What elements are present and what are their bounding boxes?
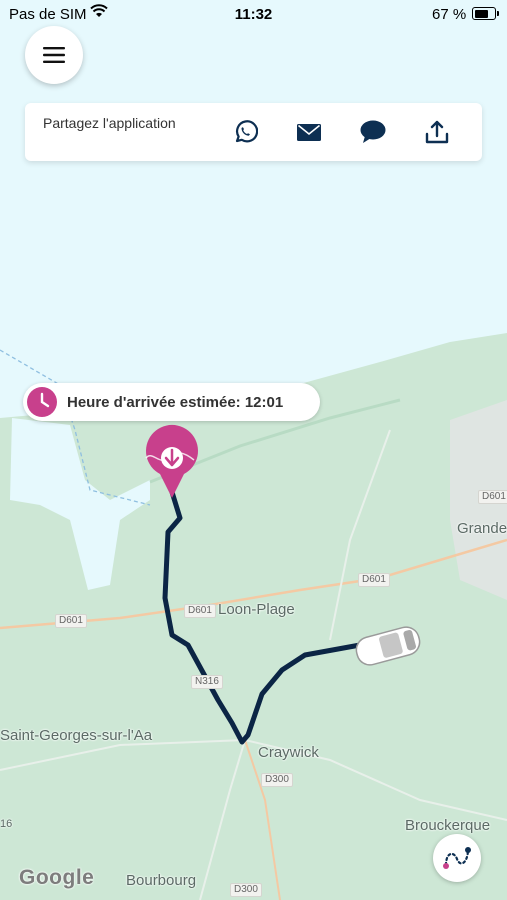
eta-banner: Heure d'arrivée estimée: 12:01 [23, 383, 320, 421]
email-share-button[interactable] [291, 116, 327, 148]
sms-share-button[interactable] [355, 116, 391, 148]
eta-text: Heure d'arrivée estimée: 12:01 [67, 394, 284, 411]
battery-cap [497, 11, 499, 16]
hamburger-menu-icon [43, 47, 65, 63]
map-label-edge-number: 16 [0, 818, 13, 830]
map-label-saint-georges: Saint-Georges-sur-l'Aa [0, 727, 153, 744]
battery-percent: 67 % [432, 6, 467, 23]
road-badge-d601: D601 [55, 614, 87, 628]
share-title: Partagez l'application [43, 115, 176, 131]
road-badge-d300: D300 [261, 773, 293, 787]
share-upload-button[interactable] [419, 116, 455, 148]
menu-button[interactable] [25, 26, 83, 84]
envelope-icon [297, 123, 321, 141]
road-badge-d300: D300 [230, 883, 262, 897]
map-label-brouckerque: Brouckerque [405, 817, 491, 834]
clock-icon [27, 387, 57, 417]
map-label-craywick: Craywick [258, 744, 319, 761]
map-label-grande: Grande [457, 520, 507, 537]
whatsapp-icon [235, 120, 258, 143]
chat-bubble-icon [360, 120, 386, 143]
map-label-bourbourg: Bourbourg [126, 872, 197, 889]
clock-time: 11:32 [234, 6, 273, 23]
status-bar: Pas de SIM 11:32 67 % [0, 0, 507, 28]
road-badge-d601: D601 [184, 604, 216, 618]
road-badge-n316: N316 [191, 675, 223, 689]
google-attribution[interactable]: Google [19, 866, 94, 890]
share-card: Partagez l'application [25, 103, 482, 161]
share-upload-icon [425, 120, 449, 144]
battery-icon [472, 7, 496, 20]
app: Pas de SIM 11:32 67 % Partagez l'applica… [0, 0, 507, 900]
whatsapp-share-button[interactable] [227, 116, 263, 148]
map-label-loon-plage: Loon-Plage [218, 601, 295, 618]
road-badge-d601: D601 [478, 490, 507, 504]
app-logo-button[interactable] [433, 834, 481, 882]
road-badge-d601: D601 [358, 573, 390, 587]
route-dots-logo-icon [443, 847, 471, 869]
